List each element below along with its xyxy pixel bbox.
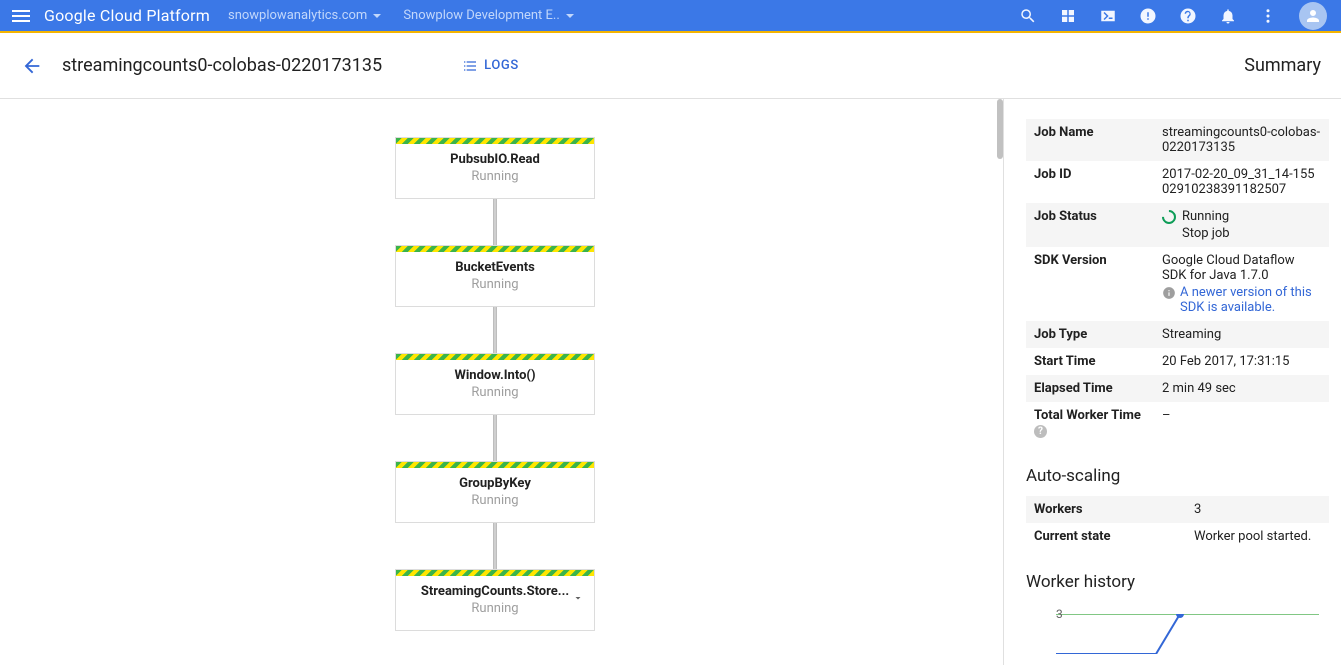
pipeline-flow: PubsubIO.Read Running BucketEvents Runni… xyxy=(395,137,595,631)
node-status: Running xyxy=(396,385,594,400)
node-title: StreamingCounts.Store... xyxy=(396,584,594,599)
logs-button[interactable]: LOGS xyxy=(462,58,519,74)
node-title: PubsubIO.Read xyxy=(396,152,594,167)
help-icon[interactable] xyxy=(1179,7,1197,25)
label: Start Time xyxy=(1026,348,1154,375)
label: SDK Version xyxy=(1026,247,1154,321)
summary-heading: Summary xyxy=(1244,55,1321,76)
pipeline-node[interactable]: StreamingCounts.Store... Running xyxy=(395,569,595,631)
search-icon[interactable] xyxy=(1019,7,1037,25)
label: Elapsed Time xyxy=(1026,375,1154,402)
node-status: Running xyxy=(396,277,594,292)
label: Workers xyxy=(1026,496,1186,523)
cloud-shell-icon[interactable] xyxy=(1099,7,1117,25)
running-stripe xyxy=(396,462,594,468)
value: Google Cloud Dataflow SDK for Java 1.7.0… xyxy=(1154,247,1329,321)
table-row: Workers 3 xyxy=(1026,496,1329,523)
node-status: Running xyxy=(396,169,594,184)
pipeline-canvas[interactable]: PubsubIO.Read Running BucketEvents Runni… xyxy=(0,99,1004,665)
summary-panel: Job Name streamingcounts0-colobas-022017… xyxy=(1004,99,1341,665)
table-row: Current state Worker pool started. xyxy=(1026,523,1329,550)
gcp-logo: Google Cloud Platform xyxy=(44,6,210,25)
subheader: streamingcounts0-colobas-0220173135 LOGS… xyxy=(0,33,1341,99)
status-text: Running xyxy=(1182,209,1229,224)
autoscaling-table: Workers 3 Current state Worker pool star… xyxy=(1026,496,1329,550)
value: Streaming xyxy=(1154,321,1329,348)
sdk-update-link[interactable]: A newer version of this SDK is available… xyxy=(1162,285,1321,315)
table-row: Job Status Running Stop job xyxy=(1026,203,1329,247)
project-selector[interactable]: Snowplow Development E.. xyxy=(403,8,573,23)
value: streamingcounts0-colobas-0220173135 xyxy=(1154,119,1329,161)
info-icon xyxy=(1162,286,1176,300)
running-stripe xyxy=(396,354,594,360)
account-avatar[interactable] xyxy=(1299,2,1327,30)
running-spinner-icon xyxy=(1159,207,1179,227)
node-title: Window.Into() xyxy=(396,368,594,383)
node-title: BucketEvents xyxy=(396,260,594,275)
gift-icon[interactable] xyxy=(1059,7,1077,25)
stop-job-link[interactable]: Stop job xyxy=(1182,226,1321,241)
main-area: PubsubIO.Read Running BucketEvents Runni… xyxy=(0,99,1341,665)
running-stripe xyxy=(396,246,594,252)
chart-line xyxy=(1056,614,1316,654)
sdk-version-text: Google Cloud Dataflow SDK for Java 1.7.0 xyxy=(1162,253,1321,283)
scrollbar-thumb[interactable] xyxy=(997,99,1003,159)
table-row: Elapsed Time 2 min 49 sec xyxy=(1026,375,1329,402)
connector xyxy=(493,415,497,461)
label: Job Name xyxy=(1026,119,1154,161)
nav-menu-button[interactable] xyxy=(12,6,32,26)
worker-history-chart: 3 xyxy=(1026,604,1329,664)
running-stripe xyxy=(396,138,594,144)
org-selector[interactable]: snowplowanalytics.com xyxy=(228,8,381,23)
value: 2017-02-20_09_31_14-15502910238391182507 xyxy=(1154,161,1329,203)
summary-table: Job Name streamingcounts0-colobas-022017… xyxy=(1026,119,1329,444)
top-bar: Google Cloud Platform snowplowanalytics.… xyxy=(0,0,1341,31)
worker-history-heading: Worker history xyxy=(1026,572,1329,592)
label: Job Type xyxy=(1026,321,1154,348)
project-selector-label: Snowplow Development E.. xyxy=(403,8,559,23)
label-text: Total Worker Time xyxy=(1034,408,1141,423)
pipeline-node[interactable]: BucketEvents Running xyxy=(395,245,595,307)
pipeline-node[interactable]: PubsubIO.Read Running xyxy=(395,137,595,199)
label: Total Worker Time ? xyxy=(1026,402,1154,444)
node-status: Running xyxy=(396,601,594,616)
label: Job Status xyxy=(1026,203,1154,247)
table-row: Start Time 20 Feb 2017, 17:31:15 xyxy=(1026,348,1329,375)
pipeline-node[interactable]: GroupByKey Running xyxy=(395,461,595,523)
logs-label: LOGS xyxy=(484,58,519,73)
table-row: Job ID 2017-02-20_09_31_14-1550291023839… xyxy=(1026,161,1329,203)
value: Worker pool started. xyxy=(1186,523,1329,550)
running-stripe xyxy=(396,570,594,576)
table-row: SDK Version Google Cloud Dataflow SDK fo… xyxy=(1026,247,1329,321)
help-icon[interactable]: ? xyxy=(1034,425,1047,438)
connector xyxy=(493,523,497,569)
connector xyxy=(493,199,497,245)
value: 20 Feb 2017, 17:31:15 xyxy=(1154,348,1329,375)
connector xyxy=(493,307,497,353)
pipeline-node[interactable]: Window.Into() Running xyxy=(395,353,595,415)
label: Current state xyxy=(1026,523,1186,550)
label: Job ID xyxy=(1026,161,1154,203)
table-row: Job Name streamingcounts0-colobas-022017… xyxy=(1026,119,1329,161)
value: 3 xyxy=(1186,496,1329,523)
alert-icon[interactable] xyxy=(1139,7,1157,25)
autoscaling-heading: Auto-scaling xyxy=(1026,466,1329,486)
more-vert-icon[interactable] xyxy=(1259,7,1277,25)
notifications-icon[interactable] xyxy=(1219,7,1237,25)
page-title: streamingcounts0-colobas-0220173135 xyxy=(62,55,382,76)
value: – xyxy=(1154,402,1329,444)
table-row: Total Worker Time ? – xyxy=(1026,402,1329,444)
topbar-icons xyxy=(1019,2,1327,30)
chevron-down-icon xyxy=(373,14,381,18)
chevron-down-icon xyxy=(566,14,574,18)
org-selector-label: snowplowanalytics.com xyxy=(228,8,367,23)
value: 2 min 49 sec xyxy=(1154,375,1329,402)
back-button[interactable] xyxy=(20,54,44,78)
value: Running Stop job xyxy=(1154,203,1329,247)
node-status: Running xyxy=(396,493,594,508)
sdk-update-text: A newer version of this SDK is available… xyxy=(1180,285,1321,315)
table-row: Job Type Streaming xyxy=(1026,321,1329,348)
node-title: GroupByKey xyxy=(396,476,594,491)
chevron-down-icon xyxy=(572,592,584,604)
